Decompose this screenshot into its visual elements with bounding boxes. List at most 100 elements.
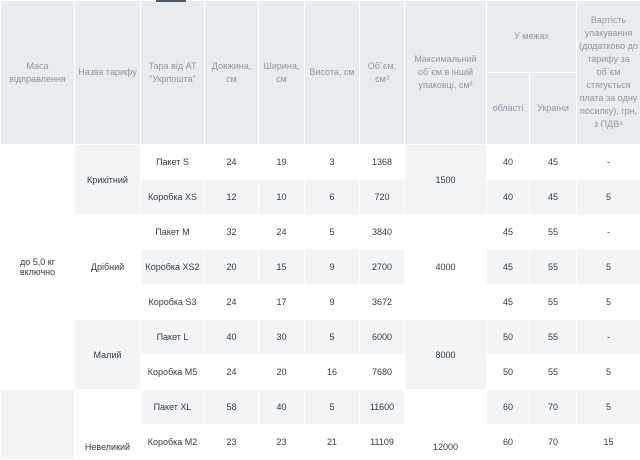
length-cell: 32: [204, 214, 259, 250]
packaging-cost-cell: -: [576, 319, 640, 355]
ukraine-cell: 55: [529, 319, 577, 355]
package-cell: Коробка XS2: [140, 249, 205, 285]
length-cell: 20: [204, 249, 259, 285]
header-packaging-cost: Вартість упакування (додатково до тарифу…: [576, 0, 640, 145]
mass-group-cell: [0, 389, 75, 460]
max-volume-cell: 12000: [404, 389, 487, 460]
width-cell: 17: [258, 284, 305, 320]
packaging-cost-cell: 5: [576, 284, 640, 320]
packaging-cost-cell: 5: [576, 179, 640, 215]
width-cell: 23: [258, 424, 305, 460]
header-ukraine: України: [529, 72, 577, 145]
header-height: Висота, см: [304, 0, 360, 145]
length-cell: 24: [204, 354, 259, 390]
height-cell: 6: [304, 179, 360, 215]
length-cell: 23: [204, 424, 259, 460]
ukraine-cell: 70: [529, 424, 577, 460]
tariff-name-cell: Малий: [74, 319, 141, 390]
header-within: У межах: [486, 0, 577, 73]
width-cell: 30: [258, 319, 305, 355]
package-cell: Коробка M5: [140, 354, 205, 390]
height-cell: 5: [304, 214, 360, 250]
max-volume-cell: 8000: [404, 319, 487, 390]
height-cell: 5: [304, 319, 360, 355]
header-region: області: [486, 72, 530, 145]
package-cell: Пакет XL: [140, 389, 205, 425]
table-row: Дрібний Пакет M 32 24 5 3840 4000 45 55 …: [1, 214, 640, 320]
package-cell: Пакет M: [140, 214, 205, 250]
region-cell: 40: [486, 144, 530, 180]
packaging-cost-cell: 15: [576, 424, 640, 460]
table-row: Малий Пакет L 40 30 5 6000 8000 50 55 -: [1, 319, 640, 390]
length-cell: 40: [204, 319, 259, 355]
region-cell: 50: [486, 354, 530, 390]
tariff-name-cell: Крихітний: [74, 144, 141, 215]
package-cell: Коробка M2: [140, 424, 205, 460]
height-cell: 9: [304, 284, 360, 320]
length-cell: 58: [204, 389, 259, 425]
width-cell: 15: [258, 249, 305, 285]
tariff-name-cell: Невеликий: [74, 389, 141, 460]
tariff-name-cell: Дрібний: [74, 214, 141, 320]
volume-cell: 2700: [359, 249, 405, 285]
width-cell: 40: [258, 389, 305, 425]
length-cell: 24: [204, 144, 259, 180]
packaging-cost-cell: -: [576, 144, 640, 180]
ukraine-cell: 45: [529, 144, 577, 180]
volume-cell: 3672: [359, 284, 405, 320]
height-cell: 9: [304, 249, 360, 285]
header-max-volume: Максимальний об`єм в іншій упаковці, см³: [404, 0, 487, 145]
max-volume-cell: 1500: [404, 144, 487, 215]
volume-cell: 11109: [359, 424, 405, 460]
table-row: до 5,0 кг включно Крихітний Пакет S 24 1…: [0, 144, 640, 390]
header-package: Тара від АТ "Укрпошта": [140, 0, 205, 145]
tariff-table: Маса відправлення Назва тарифу Тара від …: [0, 0, 640, 460]
max-volume-cell: 4000: [404, 214, 487, 320]
region-cell: 45: [486, 284, 530, 320]
package-cell: Пакет L: [140, 319, 205, 355]
table-row: Невеликий Пакет XL 58 40 5 11600 12000 6…: [0, 389, 640, 460]
packaging-cost-cell: -: [576, 214, 640, 250]
region-cell: 60: [486, 424, 530, 460]
header-mass: Маса відправлення: [0, 0, 75, 145]
width-cell: 20: [258, 354, 305, 390]
region-cell: 45: [486, 249, 530, 285]
volume-cell: 11600: [359, 389, 405, 425]
packaging-cost-cell: 5: [576, 389, 640, 425]
region-cell: 45: [486, 214, 530, 250]
volume-cell: 3840: [359, 214, 405, 250]
package-cell: Коробка S3: [140, 284, 205, 320]
packaging-cost-cell: 5: [576, 249, 640, 285]
height-cell: 16: [304, 354, 360, 390]
mass-group-cell: до 5,0 кг включно: [0, 144, 75, 390]
header-length: Довжина, см: [204, 0, 259, 145]
width-cell: 10: [258, 179, 305, 215]
header-volume: Об`єм, см³: [359, 0, 405, 145]
package-cell: Коробка XS: [140, 179, 205, 215]
header-width: Ширина, см: [258, 0, 305, 145]
volume-cell: 6000: [359, 319, 405, 355]
ukraine-cell: 55: [529, 249, 577, 285]
ukraine-cell: 55: [529, 214, 577, 250]
region-cell: 60: [486, 389, 530, 425]
height-cell: 21: [304, 424, 360, 460]
header-tariff-name: Назва тарифу: [74, 0, 141, 145]
active-tab-indicator: [156, 0, 186, 2]
volume-cell: 1368: [359, 144, 405, 180]
volume-cell: 720: [359, 179, 405, 215]
region-cell: 50: [486, 319, 530, 355]
ukraine-cell: 55: [529, 354, 577, 390]
region-cell: 40: [486, 179, 530, 215]
length-cell: 12: [204, 179, 259, 215]
width-cell: 19: [258, 144, 305, 180]
height-cell: 3: [304, 144, 360, 180]
ukraine-cell: 55: [529, 284, 577, 320]
volume-cell: 7680: [359, 354, 405, 390]
package-cell: Пакет S: [140, 144, 205, 180]
ukraine-cell: 45: [529, 179, 577, 215]
ukraine-cell: 70: [529, 389, 577, 425]
height-cell: 5: [304, 389, 360, 425]
width-cell: 24: [258, 214, 305, 250]
packaging-cost-cell: 5: [576, 354, 640, 390]
length-cell: 24: [204, 284, 259, 320]
